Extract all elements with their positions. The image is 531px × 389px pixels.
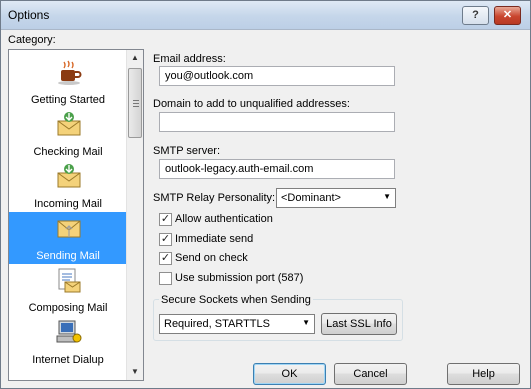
category-item-checking-mail[interactable]: Checking Mail xyxy=(9,108,127,160)
domain-label: Domain to add to unqualified addresses: xyxy=(153,98,350,110)
category-item-label: Composing Mail xyxy=(28,302,108,314)
chevron-down-icon: ▼ xyxy=(383,192,391,201)
category-item-composing-mail[interactable]: Composing Mail xyxy=(9,264,127,316)
category-item-incoming-mail[interactable]: Incoming Mail xyxy=(9,160,127,212)
dialup-computer-icon xyxy=(56,320,82,343)
smtp-server-label: SMTP server: xyxy=(153,145,221,157)
category-item-internet-dialup[interactable]: Internet Dialup xyxy=(9,316,127,368)
help-title-button[interactable]: ? xyxy=(462,6,489,25)
checking-mail-icon xyxy=(57,112,81,136)
relay-personality-value: <Dominant> xyxy=(281,192,341,204)
ssl-group-title: Secure Sockets when Sending xyxy=(159,294,313,306)
scroll-down-button[interactable]: ▼ xyxy=(127,364,143,380)
ok-button[interactable]: OK xyxy=(253,363,326,385)
category-item-label: Getting Started xyxy=(31,94,105,106)
coffee-cup-icon xyxy=(58,60,82,85)
scroll-thumb[interactable] xyxy=(128,68,142,138)
allow-authentication-label: Allow authentication xyxy=(175,213,273,225)
category-scrollbar[interactable]: ▲ ▼ xyxy=(126,50,143,380)
category-item-label: Checking Mail xyxy=(33,146,103,158)
allow-authentication-checkbox[interactable]: ✓ xyxy=(159,213,172,226)
domain-field[interactable] xyxy=(159,112,395,132)
window-title: Options xyxy=(8,8,50,22)
chevron-down-icon: ▼ xyxy=(302,318,310,327)
category-label: Category: xyxy=(8,34,56,46)
send-on-check-checkbox[interactable]: ✓ xyxy=(159,252,172,265)
category-item-label: Sending Mail xyxy=(36,250,100,262)
smtp-server-field[interactable]: outlook-legacy.auth-email.com xyxy=(159,159,395,179)
last-ssl-info-button[interactable]: Last SSL Info xyxy=(321,313,397,335)
composing-mail-icon xyxy=(58,268,81,293)
immediate-send-checkbox[interactable]: ✓ xyxy=(159,233,172,246)
sending-mail-icon xyxy=(57,220,81,238)
category-item-getting-started[interactable]: Getting Started xyxy=(9,56,127,108)
relay-personality-label: SMTP Relay Personality: xyxy=(153,192,276,204)
relay-personality-select[interactable]: <Dominant> ▼ xyxy=(276,188,396,208)
close-button[interactable]: ✕ xyxy=(494,6,521,25)
submission-port-checkbox[interactable] xyxy=(159,272,172,285)
category-item-label: Internet Dialup xyxy=(32,354,104,366)
send-on-check-label: Send on check xyxy=(175,252,248,264)
immediate-send-label: Immediate send xyxy=(175,233,254,245)
category-list[interactable]: Getting Started Checking Mail Incoming M… xyxy=(8,49,144,381)
email-field[interactable]: you@outlook.com xyxy=(159,66,395,86)
cancel-button[interactable]: Cancel xyxy=(334,363,407,385)
ssl-mode-select[interactable]: Required, STARTTLS ▼ xyxy=(159,314,315,334)
incoming-mail-icon xyxy=(57,164,81,188)
category-item-sending-mail[interactable]: Sending Mail xyxy=(9,212,127,264)
category-item-label: Incoming Mail xyxy=(34,198,102,210)
submission-port-label: Use submission port (587) xyxy=(175,272,304,284)
email-label: Email address: xyxy=(153,53,226,65)
options-dialog: Options ? ✕ Category: Getting Started Ch… xyxy=(0,0,531,389)
title-bar[interactable]: Options ? ✕ xyxy=(1,1,530,30)
help-button[interactable]: Help xyxy=(447,363,520,385)
ssl-mode-value: Required, STARTTLS xyxy=(164,318,270,330)
scroll-up-button[interactable]: ▲ xyxy=(127,50,143,66)
